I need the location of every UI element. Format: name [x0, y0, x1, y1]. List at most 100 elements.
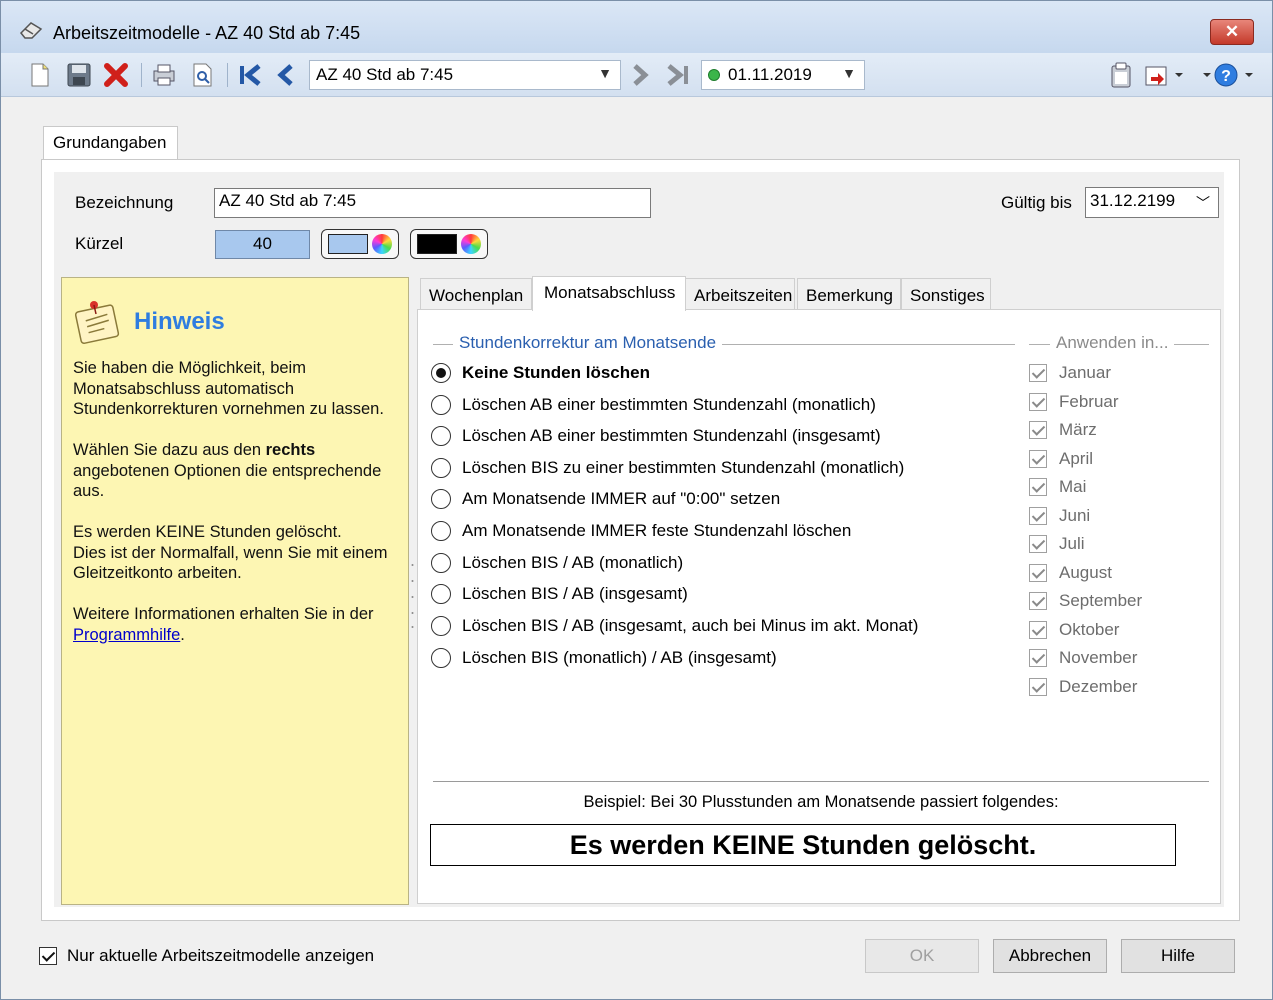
- month-checkbox-row[interactable]: Mai: [1029, 474, 1086, 500]
- kuerzel-input[interactable]: 40: [215, 230, 310, 259]
- only-current-checkbox-row[interactable]: Nur aktuelle Arbeitszeitmodelle anzeigen: [39, 946, 374, 966]
- window-title: Arbeitszeitmodelle - AZ 40 Std ab 7:45: [53, 23, 361, 43]
- month-checkbox-row[interactable]: Oktober: [1029, 617, 1119, 643]
- radio-option[interactable]: Am Monatsende IMMER auf "0:00" setzen: [431, 485, 780, 513]
- radio-option[interactable]: Löschen BIS / AB (insgesamt, auch bei Mi…: [431, 612, 918, 640]
- tab-wochenplan[interactable]: Wochenplan: [420, 278, 532, 310]
- radio-button[interactable]: [431, 521, 451, 541]
- help-button[interactable]: Hilfe: [1121, 939, 1235, 973]
- radio-option[interactable]: Löschen BIS (monatlich) / AB (insgesamt): [431, 644, 777, 672]
- tab-monatsabschluss[interactable]: Monatsabschluss: [532, 276, 686, 311]
- last-record-icon[interactable]: [663, 61, 693, 89]
- month-checkbox-row[interactable]: Juli: [1029, 531, 1085, 557]
- background-color-button[interactable]: [321, 229, 399, 259]
- model-select[interactable]: AZ 40 Std ab 7:45 ▼: [309, 60, 621, 90]
- tab-grundangaben[interactable]: Grundangaben: [43, 126, 178, 160]
- radio-option[interactable]: Löschen BIS zu einer bestimmten Stundenz…: [431, 454, 904, 482]
- clipboard-icon[interactable]: [1107, 61, 1135, 89]
- radio-button[interactable]: [431, 616, 451, 636]
- tab-arbeitszeiten[interactable]: Arbeitszeiten: [685, 278, 795, 310]
- new-icon[interactable]: [27, 61, 53, 89]
- bezeichnung-input[interactable]: AZ 40 Std ab 7:45: [214, 188, 651, 218]
- only-current-label: Nur aktuelle Arbeitszeitmodelle anzeigen: [67, 946, 375, 965]
- radio-label: Löschen BIS (monatlich) / AB (insgesamt): [462, 648, 777, 667]
- radio-label: Löschen AB einer bestimmten Stundenzahl …: [462, 426, 881, 445]
- month-checkbox[interactable]: [1029, 649, 1047, 667]
- radio-button[interactable]: [431, 458, 451, 478]
- notepad-icon: [74, 301, 120, 345]
- radio-option[interactable]: Löschen BIS / AB (monatlich): [431, 549, 683, 577]
- month-checkbox[interactable]: [1029, 592, 1047, 610]
- next-record-icon[interactable]: [629, 61, 653, 89]
- month-label: Mai: [1059, 477, 1087, 496]
- ok-button[interactable]: OK: [865, 939, 979, 973]
- previous-record-icon[interactable]: [273, 61, 297, 89]
- month-checkbox[interactable]: [1029, 364, 1047, 382]
- month-label: November: [1059, 648, 1138, 667]
- chevron-down-icon: ▼: [598, 65, 612, 81]
- month-checkbox-row[interactable]: November: [1029, 645, 1137, 671]
- gueltig-bis-value: 31.12.2199: [1090, 191, 1176, 210]
- programmhilfe-link[interactable]: Programmhilfe: [73, 626, 180, 644]
- month-checkbox[interactable]: [1029, 478, 1047, 496]
- month-checkbox-row[interactable]: Februar: [1029, 389, 1119, 415]
- status-dot-icon: [708, 69, 720, 81]
- close-button[interactable]: ✕: [1210, 19, 1254, 45]
- title-bar: Arbeitszeitmodelle - AZ 40 Std ab 7:45 ✕: [1, 1, 1272, 53]
- radio-button[interactable]: [431, 584, 451, 604]
- month-checkbox[interactable]: [1029, 507, 1047, 525]
- background-color-swatch: [328, 234, 368, 254]
- delete-icon[interactable]: [101, 61, 131, 89]
- month-checkbox-row[interactable]: Dezember: [1029, 674, 1137, 700]
- month-checkbox-row[interactable]: September: [1029, 588, 1142, 614]
- first-record-icon[interactable]: [235, 61, 265, 89]
- radio-label: Am Monatsende IMMER auf "0:00" setzen: [462, 489, 781, 508]
- month-checkbox[interactable]: [1029, 621, 1047, 639]
- month-label: Juli: [1059, 534, 1085, 553]
- month-checkbox-row[interactable]: Juni: [1029, 503, 1090, 529]
- radio-option[interactable]: Löschen BIS / AB (insgesamt): [431, 580, 688, 608]
- month-checkbox[interactable]: [1029, 421, 1047, 439]
- month-checkbox-row[interactable]: April: [1029, 446, 1093, 472]
- month-checkbox[interactable]: [1029, 535, 1047, 553]
- text-color-button[interactable]: [410, 229, 488, 259]
- gueltig-bis-date-picker[interactable]: 31.12.2199 ﹀: [1085, 187, 1219, 218]
- save-icon[interactable]: [65, 61, 93, 89]
- radio-option[interactable]: Löschen AB einer bestimmten Stundenzahl …: [431, 422, 881, 450]
- cancel-button[interactable]: Abbrechen: [993, 939, 1107, 973]
- print-icon[interactable]: [149, 61, 179, 89]
- radio-button[interactable]: [431, 426, 451, 446]
- month-label: Januar: [1059, 363, 1111, 382]
- print-preview-icon[interactable]: [189, 61, 217, 89]
- radio-option[interactable]: Keine Stunden löschen: [431, 359, 650, 387]
- hint-title: Hinweis: [134, 308, 225, 335]
- gueltig-bis-label: Gültig bis: [1001, 193, 1072, 212]
- month-checkbox[interactable]: [1029, 450, 1047, 468]
- month-checkbox[interactable]: [1029, 678, 1047, 696]
- date-select-value: 01.11.2019: [728, 65, 812, 84]
- export-icon[interactable]: [1141, 61, 1185, 89]
- help-icon[interactable]: ?: [1199, 61, 1257, 89]
- month-checkbox-row[interactable]: Januar: [1029, 360, 1111, 386]
- radio-button[interactable]: [431, 363, 451, 383]
- month-label: Oktober: [1059, 620, 1120, 639]
- month-label: April: [1059, 449, 1094, 468]
- month-checkbox[interactable]: [1029, 393, 1047, 411]
- month-checkbox-row[interactable]: März: [1029, 417, 1097, 443]
- tab-bemerkung[interactable]: Bemerkung: [797, 278, 901, 310]
- radio-option[interactable]: Löschen AB einer bestimmten Stundenzahl …: [431, 391, 876, 419]
- month-checkbox[interactable]: [1029, 564, 1047, 582]
- radio-option[interactable]: Am Monatsende IMMER feste Stundenzahl lö…: [431, 517, 851, 545]
- radio-button[interactable]: [431, 395, 451, 415]
- date-select[interactable]: 01.11.2019 ▼: [701, 60, 865, 90]
- only-current-checkbox[interactable]: [39, 947, 57, 965]
- hint-panel: Hinweis Sie haben die Möglichkeit, beim …: [61, 277, 409, 905]
- example-divider: [433, 781, 1209, 782]
- tab-sonstiges[interactable]: Sonstiges: [901, 278, 991, 310]
- month-checkbox-row[interactable]: August: [1029, 560, 1112, 586]
- radio-button[interactable]: [431, 648, 451, 668]
- hint-paragraph: Weitere Informationen erhalten Sie in de…: [73, 605, 374, 644]
- radio-button[interactable]: [431, 553, 451, 573]
- radio-button[interactable]: [431, 489, 451, 509]
- splitter-handle[interactable]: [411, 561, 414, 631]
